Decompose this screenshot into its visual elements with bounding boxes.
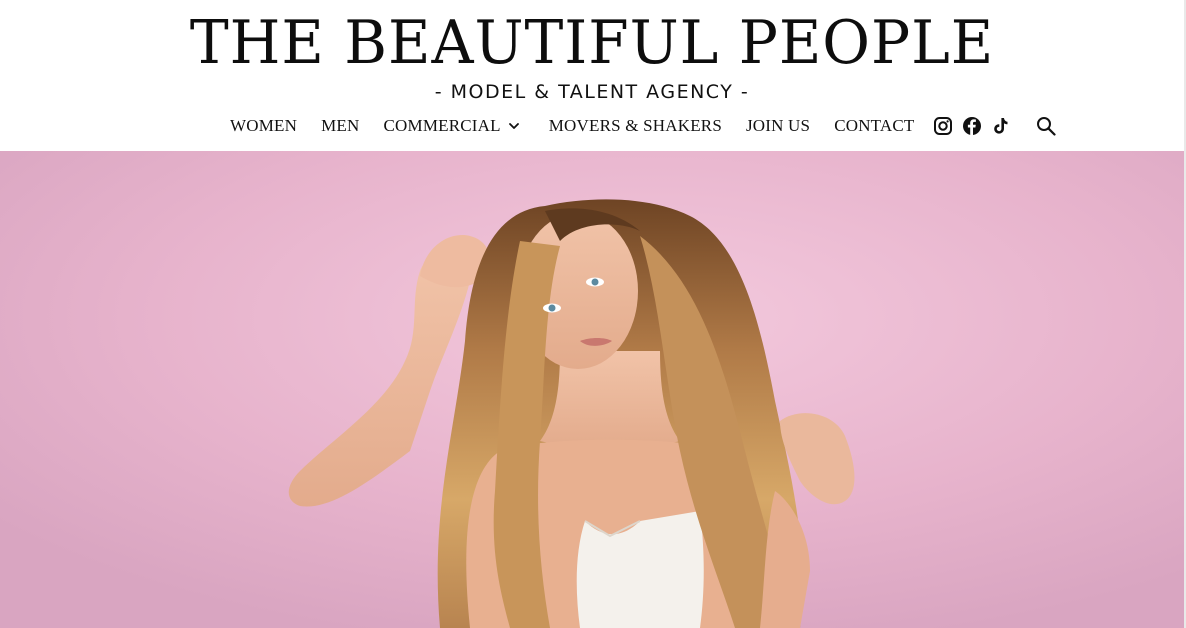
site-header: THE BEAUTIFUL PEOPLE - MODEL & TALENT AG… [0, 0, 1184, 151]
search-icon[interactable] [1035, 115, 1057, 137]
social-links [933, 116, 1011, 136]
nav-item-contact[interactable]: CONTACT [834, 112, 914, 140]
nav-item-women[interactable]: WOMEN [230, 112, 297, 140]
nav-item-commercial[interactable]: COMMERCIAL [384, 112, 521, 140]
brand-tagline: - MODEL & TALENT AGENCY - [434, 81, 750, 103]
nav-item-commercial-label: COMMERCIAL [383, 116, 501, 135]
nav-item-join-us[interactable]: JOIN US [746, 112, 810, 140]
tiktok-icon[interactable] [991, 116, 1011, 136]
model-portrait-photo [0, 151, 1184, 628]
hero-image [0, 151, 1184, 628]
main-nav: WOMEN MEN COMMERCIAL MOVERS & SHAKERS JO… [230, 112, 1057, 140]
instagram-icon[interactable] [933, 116, 953, 136]
page: THE BEAUTIFUL PEOPLE - MODEL & TALENT AG… [0, 0, 1186, 628]
facebook-icon[interactable] [962, 116, 982, 136]
nav-item-men[interactable]: MEN [321, 112, 359, 140]
nav-item-movers-shakers[interactable]: MOVERS & SHAKERS [549, 112, 722, 140]
brand-title[interactable]: THE BEAUTIFUL PEOPLE [18, 8, 1166, 78]
chevron-down-icon[interactable] [507, 119, 521, 133]
